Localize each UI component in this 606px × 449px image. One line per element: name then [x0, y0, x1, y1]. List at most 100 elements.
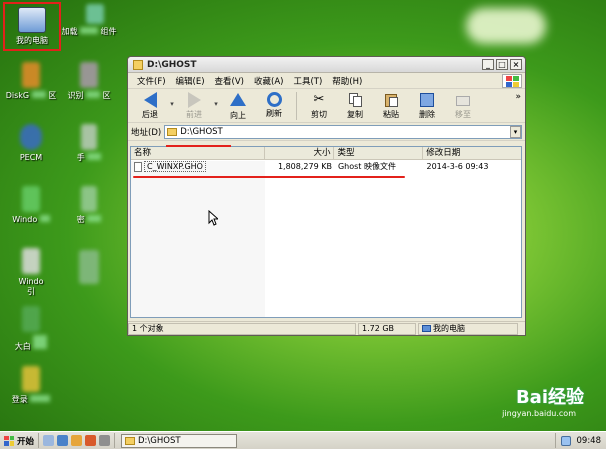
copy-button[interactable]: 复制 [337, 92, 373, 120]
app-icon [22, 62, 40, 88]
app-icon [81, 186, 97, 212]
forward-button[interactable]: 前进 [176, 92, 212, 120]
address-value: D:\GHOST [180, 126, 223, 137]
menu-bar: 文件(F) 编辑(E) 查看(V) 收藏(A) 工具(T) 帮助(H) [128, 73, 525, 89]
back-button[interactable]: 后退 [132, 92, 168, 120]
menu-favorites[interactable]: 收藏(A) [249, 75, 288, 87]
desktop-icon-label: 大白 [14, 342, 31, 351]
file-list[interactable]: 名称 大小 类型 修改日期 C_WINXP.GHO 1,808,279 KB G… [130, 146, 522, 318]
desktop-icon-label: 密 [76, 215, 85, 224]
refresh-button[interactable]: 刷新 [256, 92, 292, 119]
table-row[interactable]: C_WINXP.GHO 1,808,279 KB Ghost 映像文件 2014… [131, 160, 521, 173]
desktop-icon-label: PECM [19, 153, 43, 162]
desktop-icon-pecmd[interactable]: PECM [0, 124, 62, 163]
back-dropdown-icon[interactable]: ▾ [168, 92, 176, 108]
desktop-icon-diskgenius[interactable]: DiskG 区 [0, 62, 62, 101]
desktop-icon-label: Windo [12, 215, 38, 224]
desktop-icon-dabaicai[interactable]: 大白 [0, 306, 62, 352]
maximize-button[interactable]: □ [496, 59, 508, 70]
menu-file[interactable]: 文件(F) [132, 75, 171, 87]
background-cloud [466, 8, 546, 44]
desktop-icon-login[interactable]: 登录 [0, 366, 62, 405]
quicklaunch-pen-icon[interactable] [99, 435, 111, 446]
taskbar-item-ghost[interactable]: D:\GHOST [121, 433, 238, 448]
file-size: 1,808,279 KB [277, 162, 332, 171]
cut-button[interactable]: ✂ 剪切 [301, 92, 337, 120]
quicklaunch-desktop-icon[interactable] [43, 435, 55, 446]
blurred-text [33, 335, 48, 349]
desktop-icon-label: Windo [18, 277, 44, 286]
desktop-icon-windows-2[interactable]: Windo 引 [0, 248, 62, 297]
window-controls: _ □ × [482, 59, 525, 70]
desktop-icon-label: 组件 [100, 27, 117, 36]
move-to-button[interactable]: 移至 [445, 92, 481, 120]
forward-dropdown-icon[interactable]: ▾ [212, 92, 220, 108]
annotation-underline-file [133, 176, 405, 178]
address-input[interactable]: D:\GHOST ▾ [164, 124, 522, 139]
desktop-icon-windows-1[interactable]: Windo [0, 186, 62, 225]
column-size[interactable]: 大小 [265, 147, 335, 159]
forward-label: 前进 [186, 110, 202, 119]
up-arrow-icon [229, 93, 247, 109]
menu-help[interactable]: 帮助(H) [327, 75, 367, 87]
back-label: 后退 [142, 110, 158, 119]
network-icon[interactable] [560, 435, 571, 446]
mouse-cursor-icon [208, 210, 218, 226]
file-type: Ghost 映像文件 [337, 162, 396, 171]
close-button[interactable]: × [510, 59, 522, 70]
forward-arrow-icon [185, 92, 203, 108]
annotation-underline-address [166, 145, 231, 147]
column-type[interactable]: 类型 [334, 147, 424, 159]
quicklaunch-tool-icon[interactable] [85, 435, 97, 446]
blurred-text [87, 153, 102, 160]
back-arrow-icon [141, 92, 159, 108]
app-icon [80, 62, 98, 88]
file-icon [134, 161, 142, 172]
menu-edit[interactable]: 编辑(E) [171, 75, 210, 87]
app-icon [22, 248, 40, 274]
folder-icon [167, 127, 178, 136]
blurred-text [86, 91, 100, 98]
desktop-icon-blurred[interactable] [58, 250, 120, 287]
system-tray: 09:48 [554, 433, 606, 448]
blurred-text [39, 215, 50, 222]
blurred-text [30, 395, 51, 402]
window-title: D:\GHOST [147, 59, 197, 70]
quicklaunch-app-icon[interactable] [57, 435, 69, 446]
desktop-icon-password[interactable]: 密 [58, 186, 120, 225]
desktop-icon-addon[interactable]: 加载 组件 [58, 4, 120, 37]
paste-label: 粘贴 [383, 110, 399, 119]
status-count: 1 个对象 [128, 322, 356, 335]
toolbar-overflow-button[interactable]: » [515, 92, 521, 102]
window-titlebar[interactable]: D:\GHOST _ □ × [128, 57, 525, 73]
desktop-icon-my-computer[interactable]: 我的电脑 [3, 2, 65, 51]
menu-tools[interactable]: 工具(T) [288, 75, 327, 87]
address-bar: 地址(D) D:\GHOST ▾ [128, 123, 525, 141]
baidu-url: jingyan.baidu.com [502, 409, 576, 418]
start-button[interactable]: 开始 [0, 433, 40, 448]
up-button[interactable]: 向上 [220, 92, 256, 121]
cut-label: 剪切 [311, 110, 327, 119]
desktop-icon-label: 手 [76, 153, 85, 162]
taskbar: 开始 D:\GHOST 09:48 [0, 431, 606, 449]
paste-button[interactable]: 粘贴 [373, 92, 409, 120]
desktop-icon-identify[interactable]: 识别 区 [58, 62, 120, 101]
menu-view[interactable]: 查看(V) [210, 75, 249, 87]
minimize-button[interactable]: _ [482, 59, 494, 70]
desktop-icon-label: 区 [48, 91, 57, 100]
address-dropdown-icon[interactable]: ▾ [510, 125, 521, 138]
column-date[interactable]: 修改日期 [423, 147, 521, 159]
move-folder-icon [454, 92, 472, 108]
delete-button[interactable]: 删除 [409, 92, 445, 120]
clock[interactable]: 09:48 [577, 436, 602, 446]
explorer-window[interactable]: D:\GHOST _ □ × 文件(F) 编辑(E) 查看(V) 收藏(A) 工… [127, 56, 526, 336]
quicklaunch-folder-icon[interactable] [71, 435, 83, 446]
desktop-icon-label: 区 [102, 91, 111, 100]
app-icon [22, 186, 40, 212]
desktop-icon-manual[interactable]: 手 [58, 124, 120, 163]
file-date: 2014-3-6 09:43 [426, 162, 489, 171]
column-name[interactable]: 名称 [131, 147, 265, 159]
scissors-icon: ✂ [313, 92, 325, 107]
taskbar-item-label: D:\GHOST [138, 435, 181, 446]
desktop-icon-label: 引 [27, 287, 35, 296]
